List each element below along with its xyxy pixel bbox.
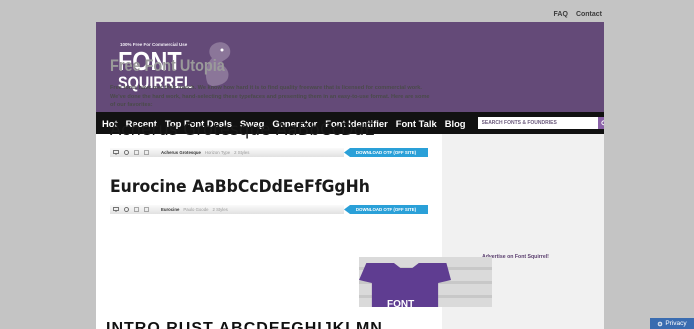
page-container: 100% Free For Commercial Use FONT SQUIRR… bbox=[96, 22, 604, 329]
page-title: Free Font Utopia bbox=[110, 56, 225, 75]
search-box bbox=[477, 117, 604, 129]
search-input[interactable] bbox=[477, 117, 598, 129]
faq-link[interactable]: FAQ bbox=[554, 11, 568, 18]
privacy-button[interactable]: Privacy bbox=[650, 318, 694, 329]
font-sample-text: INTRO RUST ABCDEFGHIJKLMN bbox=[106, 320, 383, 329]
foundry-link[interactable]: Horizon Type bbox=[205, 150, 230, 155]
font-bar: Acherus Grotesque Horizon Type 2 Styles … bbox=[110, 148, 428, 157]
monitor-icon bbox=[113, 207, 119, 212]
ebook-icon bbox=[143, 150, 149, 155]
webfont-icon bbox=[123, 150, 129, 155]
download-button[interactable]: DOWNLOAD OTF (OFF SITE) bbox=[344, 148, 428, 157]
styles-count: 2 Styles bbox=[212, 207, 228, 212]
font-info: Acherus Grotesque Horizon Type 2 Styles bbox=[110, 148, 344, 157]
tshirt-text: FONT bbox=[387, 299, 415, 307]
ebook-icon bbox=[143, 207, 149, 212]
font-info: Eurocine Paulo Goode 2 Styles bbox=[110, 205, 344, 214]
gear-icon bbox=[658, 321, 663, 326]
download-button[interactable]: DOWNLOAD OTF (OFF SITE) bbox=[344, 205, 428, 214]
font-sample-eurocine[interactable]: Eurocine AaBbCcDdEeFfGgHh bbox=[110, 177, 370, 197]
font-name-link[interactable]: Acherus Grotesque bbox=[161, 150, 201, 155]
font-sample-partial[interactable]: INTRO RUST ABCDEFGHIJKLMN bbox=[106, 318, 432, 329]
foundry-link[interactable]: Paulo Goode bbox=[183, 207, 208, 212]
search-icon bbox=[601, 119, 604, 125]
top-links: FAQ Contact bbox=[554, 11, 602, 18]
font-name-link[interactable]: Eurocine bbox=[161, 207, 179, 212]
styles-count: 2 Styles bbox=[234, 150, 250, 155]
search-button[interactable] bbox=[597, 117, 604, 129]
app-icon bbox=[133, 150, 139, 155]
webfont-icon bbox=[123, 207, 129, 212]
nav-font-talk[interactable]: Font Talk bbox=[396, 118, 437, 129]
font-sample-acherus[interactable]: Acherus Grotesque AaBbCcDdE bbox=[110, 120, 375, 140]
swag-ad-image[interactable]: FONT bbox=[359, 257, 492, 307]
app-icon bbox=[133, 207, 139, 212]
font-bar: Eurocine Paulo Goode 2 Styles DOWNLOAD O… bbox=[110, 205, 428, 214]
intro-text: Free fonts have met their match. We know… bbox=[110, 85, 430, 109]
contact-link[interactable]: Contact bbox=[576, 11, 602, 18]
monitor-icon bbox=[113, 150, 119, 155]
advertise-link[interactable]: Advertise on Font Squirrel! bbox=[482, 254, 549, 260]
nav-blog[interactable]: Blog bbox=[445, 118, 466, 129]
privacy-label: Privacy bbox=[665, 320, 687, 327]
